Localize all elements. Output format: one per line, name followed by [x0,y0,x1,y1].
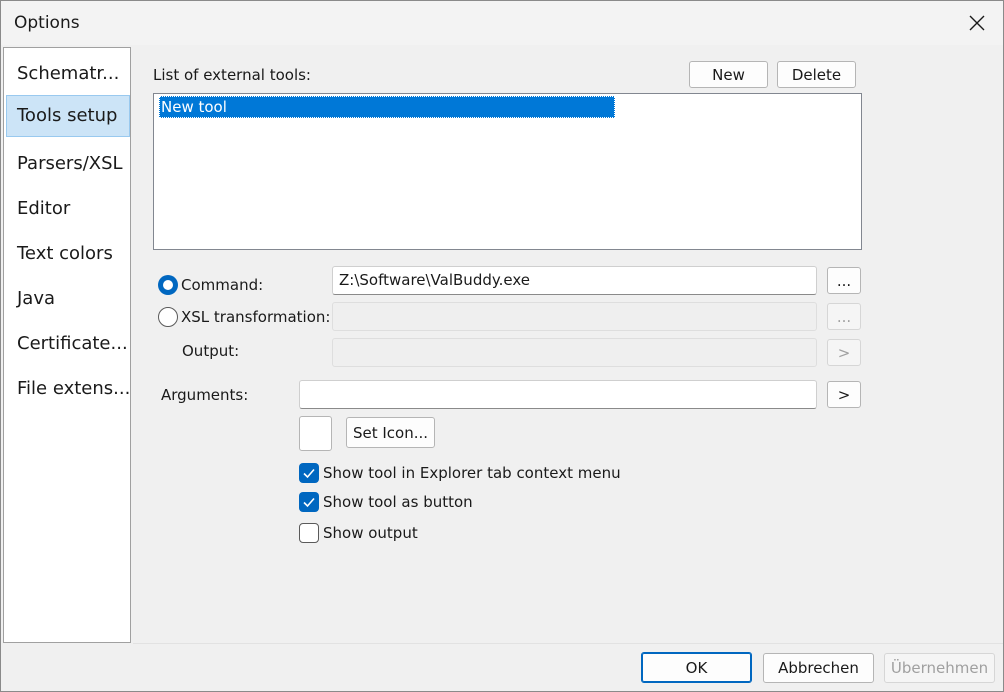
new-tool-button[interactable]: New [689,61,768,88]
category-list: Schematr... Tools setup Parsers/XSL Edit… [3,47,131,643]
set-icon-button[interactable]: Set Icon... [346,417,435,448]
delete-tool-button[interactable]: Delete [777,61,856,88]
window-title: Options [14,13,80,33]
show-output-checkbox[interactable] [299,523,319,543]
nav-item-java[interactable]: Java [6,278,130,320]
nav-item-editor[interactable]: Editor [6,188,130,230]
command-radio[interactable] [158,275,178,295]
command-input[interactable]: Z:\Software\ValBuddy.exe [332,266,817,295]
xsl-label: XSL transformation: [181,308,331,326]
tool-icon-preview [299,416,332,451]
output-label: Output: [182,342,240,360]
options-dialog: Options Schematr... Tools setup Parsers/… [0,0,1004,692]
output-input[interactable] [332,338,817,367]
as-button-label: Show tool as button [323,493,473,511]
command-label: Command: [181,276,264,294]
nav-item-certificates[interactable]: Certificate... [6,323,130,365]
xsl-browse-button[interactable]: ... [827,303,861,330]
nav-item-parsers-xsl[interactable]: Parsers/XSL [6,143,130,185]
arguments-insert-button[interactable]: > [827,381,861,408]
ok-button[interactable]: OK [641,652,752,683]
tool-list-item[interactable]: New tool [159,96,615,118]
show-output-label: Show output [323,524,418,542]
xsl-radio[interactable] [158,307,178,327]
output-insert-button[interactable]: > [827,339,861,366]
nav-item-text-colors[interactable]: Text colors [6,233,130,275]
xsl-input[interactable] [332,302,817,331]
arguments-input[interactable] [299,380,817,409]
arguments-label: Arguments: [161,386,249,404]
explorer-menu-checkbox[interactable] [299,463,319,483]
tools-list-label: List of external tools: [153,66,311,84]
title-bar: Options [1,1,1003,45]
explorer-menu-label: Show tool in Explorer tab context menu [323,464,621,482]
checkmark-icon [303,468,315,479]
nav-item-tools-setup[interactable]: Tools setup [6,95,130,137]
tools-listbox[interactable]: New tool [153,93,862,250]
command-browse-button[interactable]: ... [827,267,861,294]
close-icon [969,15,985,31]
apply-button[interactable]: Übernehmen [884,653,995,683]
nav-item-file-extensions[interactable]: File extens... [6,368,130,410]
cancel-button[interactable]: Abbrechen [763,653,874,683]
as-button-checkbox[interactable] [299,492,319,512]
checkmark-icon [303,497,315,508]
close-button[interactable] [951,1,1003,45]
nav-item-schematron[interactable]: Schematr... [6,53,130,95]
footer-divider [133,643,1003,644]
